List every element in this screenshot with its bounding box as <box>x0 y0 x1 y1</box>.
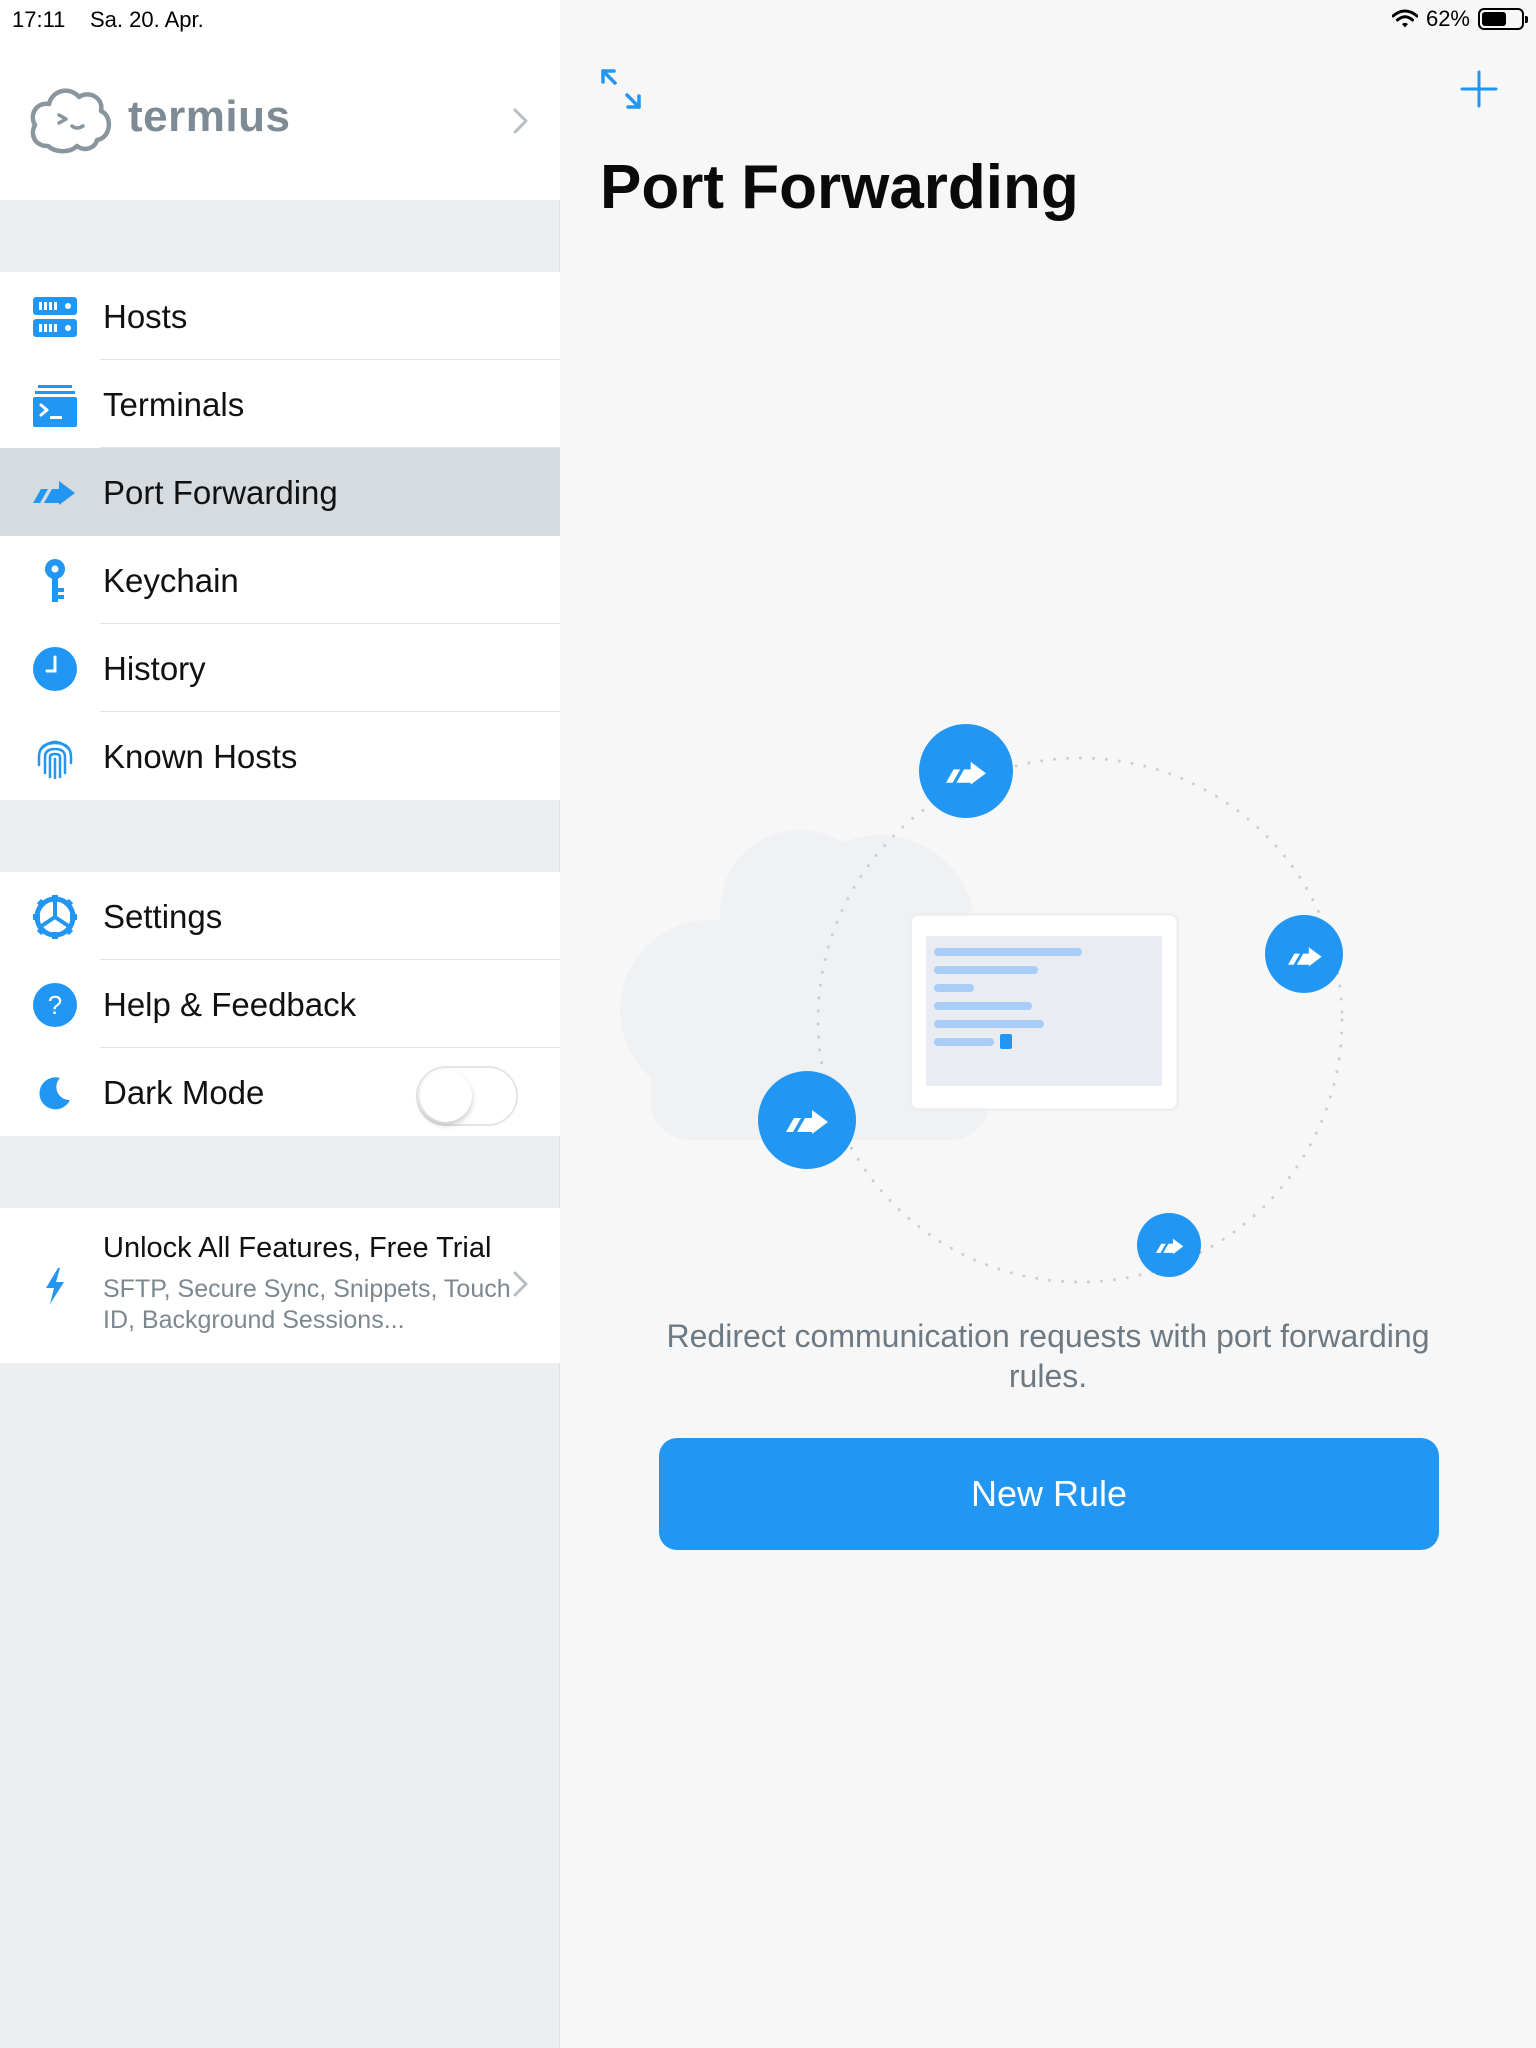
sidebar-item-label: Hosts <box>103 298 188 335</box>
status-date: Sa. 20. Apr. <box>90 7 204 32</box>
empty-state-text: Redirect communication requests with por… <box>666 1318 1430 1394</box>
svg-text:?: ? <box>48 990 62 1020</box>
status-time: 17:11 <box>12 7 66 32</box>
sidebar-item-label: Dark Mode <box>103 1074 265 1111</box>
sidebar-item-label: Terminals <box>103 386 245 423</box>
sidebar-item-label: Known Hosts <box>103 738 298 775</box>
forward-bubble-bottom <box>1137 1213 1201 1277</box>
clock-icon <box>32 646 78 692</box>
forward-bubble-right <box>1265 915 1343 993</box>
sidebar-item-label: Keychain <box>103 562 239 599</box>
dark-mode-toggle[interactable] <box>416 1066 518 1126</box>
forward-bubble-top <box>919 724 1013 818</box>
settings-group: Settings ? Help & Feedback Dark Mode <box>0 872 560 1136</box>
brand-name: termius <box>128 92 291 141</box>
promo-title: Unlock All Features, Free Trial <box>103 1232 492 1264</box>
terminal-window <box>909 913 1179 1111</box>
plus-icon[interactable] <box>1460 70 1498 108</box>
new-rule-button[interactable]: New Rule <box>659 1438 1439 1550</box>
battery-icon <box>1478 8 1528 30</box>
page-title: Port Forwarding <box>600 153 1079 222</box>
chevron-right-icon <box>513 108 528 134</box>
sidebar: termius Hosts Terminals Port Forwarding … <box>0 0 560 2048</box>
promo-banner[interactable]: Unlock All Features, Free Trial SFTP, Se… <box>0 1208 560 1363</box>
forward-bubble-left <box>758 1071 856 1169</box>
battery-percent: 62% <box>1425 6 1470 31</box>
toggle-knob <box>420 1070 472 1122</box>
sidebar-item-port-forwarding[interactable]: Port Forwarding <box>0 448 560 536</box>
key-icon <box>32 558 78 604</box>
sidebar-item-terminals[interactable]: Terminals <box>0 360 560 448</box>
sidebar-item-label: Port Forwarding <box>103 474 338 511</box>
sidebar-item-settings[interactable]: Settings <box>0 872 560 960</box>
sidebar-item-keychain[interactable]: Keychain <box>0 536 560 624</box>
port-forwarding-icon <box>32 470 78 516</box>
moon-icon <box>32 1070 78 1116</box>
screen: 17:11 Sa. 20. Apr. 62% termius Hosts Ter… <box>0 0 1536 2048</box>
nav-group: Hosts Terminals Port Forwarding Keychain… <box>0 272 560 800</box>
sidebar-item-help[interactable]: ? Help & Feedback <box>0 960 560 1048</box>
sidebar-item-label: History <box>103 650 206 687</box>
sidebar-item-label: Settings <box>103 898 223 935</box>
sidebar-item-hosts[interactable]: Hosts <box>0 272 560 360</box>
expand-icon[interactable] <box>600 68 642 110</box>
sidebar-item-history[interactable]: History <box>0 624 560 712</box>
gear-icon <box>32 894 78 940</box>
promo-subtitle: SFTP, Secure Sync, Snippets, Touch ID, B… <box>103 1275 511 1334</box>
server-icon <box>32 294 78 340</box>
cloud-terminal-logo <box>30 88 111 154</box>
sidebar-item-dark-mode: Dark Mode <box>0 1048 560 1136</box>
fingerprint-icon <box>32 734 78 780</box>
bolt-icon <box>46 1268 64 1304</box>
status-right: 62% <box>1391 6 1528 32</box>
chevron-right-icon <box>513 1271 528 1297</box>
wifi-icon <box>1391 9 1418 28</box>
main-panel: Port Forwarding Redirect communication r… <box>560 0 1536 2048</box>
status-bar: 17:11 Sa. 20. Apr. 62% <box>0 0 1536 40</box>
sidebar-item-known-hosts[interactable]: Known Hosts <box>0 712 560 800</box>
sidebar-item-label: Help & Feedback <box>103 986 357 1023</box>
battery-fill <box>1482 12 1506 26</box>
terminal-icon <box>32 382 78 428</box>
port-forwarding-illustration <box>620 724 1344 1284</box>
question-icon: ? <box>32 982 78 1028</box>
